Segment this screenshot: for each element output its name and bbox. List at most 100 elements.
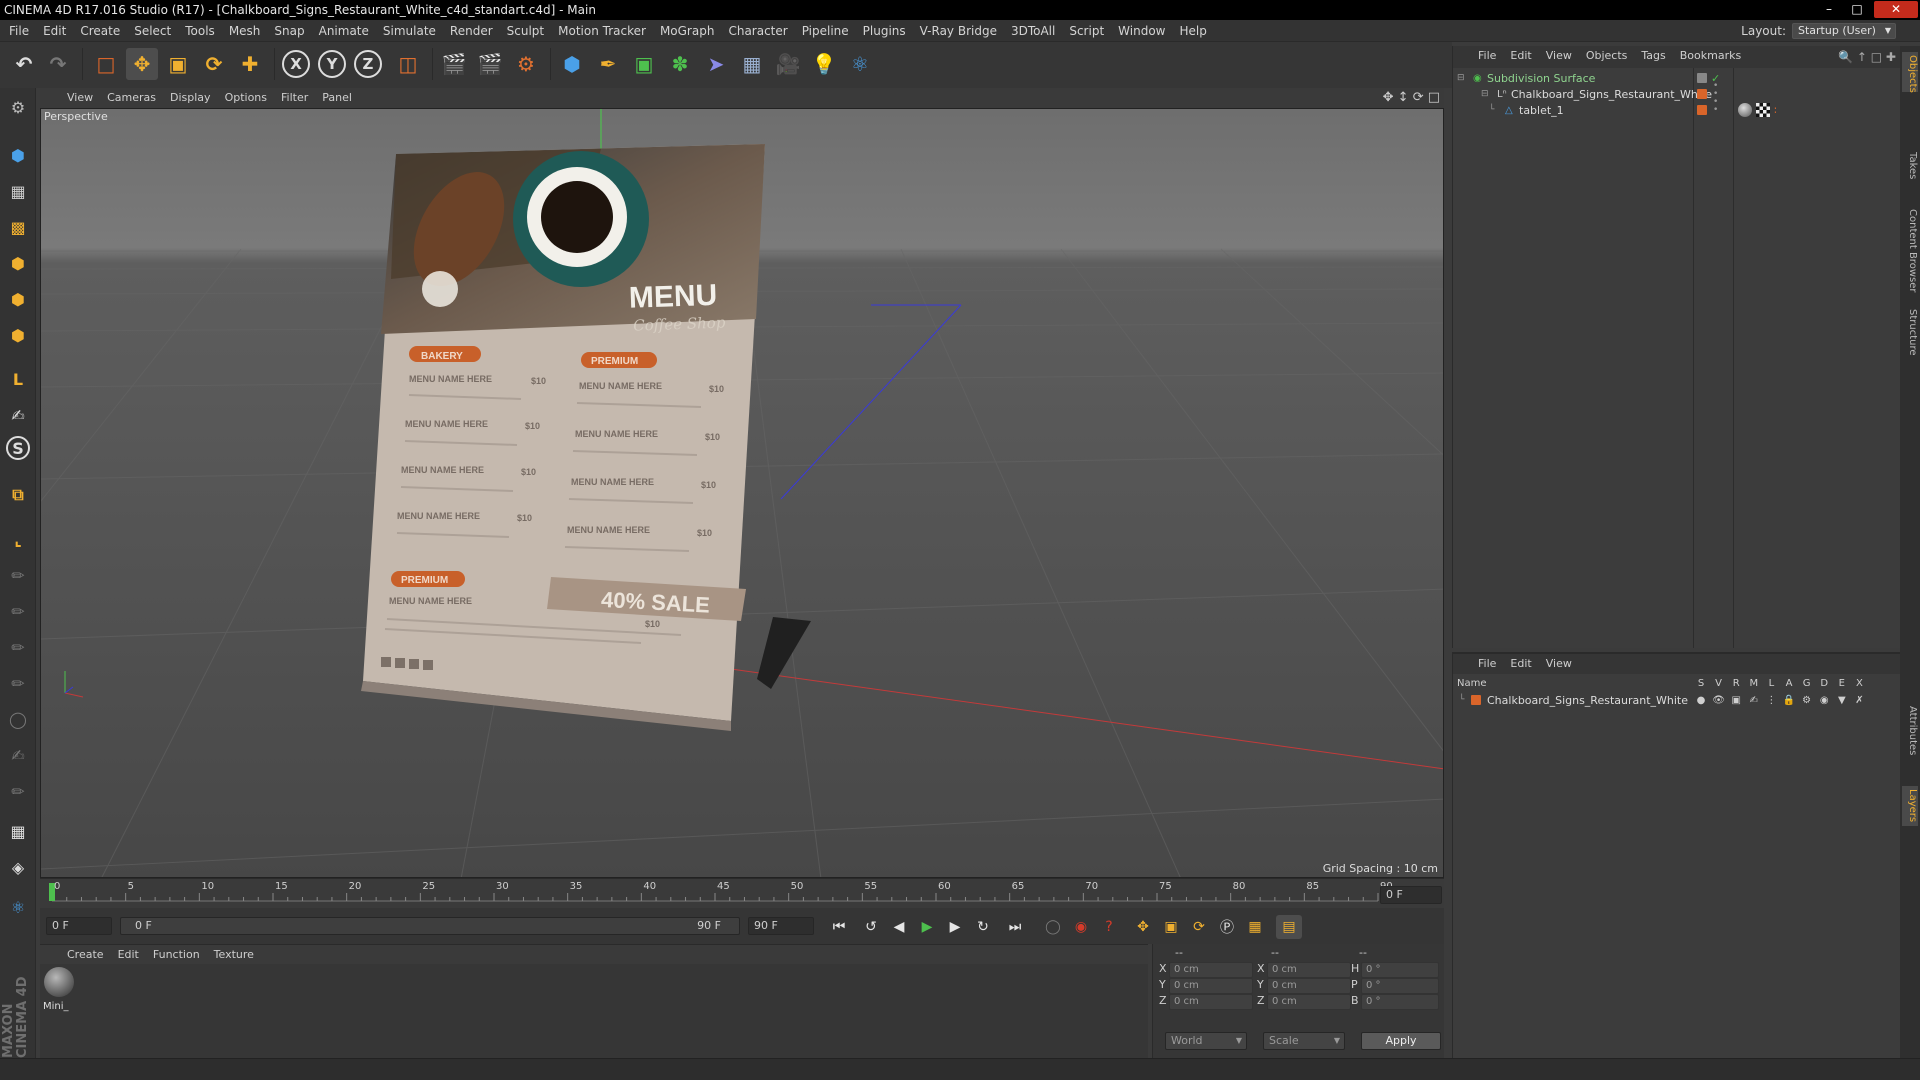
polygons-mode-icon[interactable]: ⬢ — [3, 320, 33, 350]
coordinate-system-icon[interactable]: ◫ — [392, 48, 424, 80]
xref-icon[interactable]: ✗ — [1851, 691, 1867, 710]
brush-tool-icon[interactable]: ✏ — [3, 560, 33, 590]
layer-menu-view[interactable]: View — [1539, 654, 1579, 674]
previous-key-icon[interactable]: ↺ — [858, 915, 884, 939]
coord-size-field[interactable]: 0 cm — [1267, 962, 1351, 978]
menu-v-ray-bridge[interactable]: V-Ray Bridge — [913, 20, 1004, 42]
side-tab-takes[interactable]: Takes — [1902, 146, 1918, 186]
side-tab-content-browser[interactable]: Content Browser — [1902, 206, 1918, 296]
coord-rotation-field[interactable]: 0 ° — [1361, 994, 1439, 1010]
python-script-icon[interactable]: ⚛ — [3, 892, 33, 922]
object-menu-tags[interactable]: Tags — [1634, 46, 1672, 66]
menu-render[interactable]: Render — [443, 20, 500, 42]
key-rotation-icon[interactable]: ⟳ — [1186, 915, 1212, 939]
apply-button[interactable]: Apply — [1361, 1032, 1441, 1050]
menu-pipeline[interactable]: Pipeline — [795, 20, 856, 42]
coord-position-field[interactable]: 0 cm — [1169, 978, 1253, 994]
menu-3dtoall[interactable]: 3DToAll — [1004, 20, 1062, 42]
coord-rotation-field[interactable]: 0 ° — [1361, 978, 1439, 994]
menu-sculpt[interactable]: Sculpt — [500, 20, 551, 42]
viewport-menu-view[interactable]: View — [60, 88, 100, 108]
start-frame-field[interactable]: 0 F — [46, 917, 112, 935]
object-manager-tools[interactable]: 🔍 ↑ □ ✚ — [1838, 46, 1896, 68]
autokey-icon[interactable]: ? — [1096, 915, 1122, 939]
transform-tool-icon[interactable]: ✚ — [234, 48, 266, 80]
pull-tool-icon[interactable]: ✏ — [3, 596, 33, 626]
coord-rotation-field[interactable]: 0 ° — [1361, 962, 1439, 978]
workplane-icon[interactable]: ◈ — [3, 852, 33, 882]
viewport-menu-options[interactable]: Options — [218, 88, 274, 108]
coord-size-field[interactable]: 0 cm — [1267, 978, 1351, 994]
material-menu-create[interactable]: Create — [60, 945, 111, 965]
viewport-camera-label[interactable]: Perspective — [44, 110, 108, 123]
deformers-icon[interactable]: ◉ — [1816, 691, 1832, 710]
layer-menu-edit[interactable]: Edit — [1503, 654, 1538, 674]
phong-tag-icon[interactable] — [1738, 103, 1752, 117]
lock-workplane-icon[interactable]: ▦ — [3, 816, 33, 846]
object-menu-file[interactable]: File — [1471, 46, 1503, 66]
go-to-start-icon[interactable]: ⏮ — [826, 915, 852, 939]
menu-snap[interactable]: Snap — [267, 20, 311, 42]
coordinate-mode-select[interactable]: Scale ▼ — [1263, 1032, 1345, 1050]
close-button[interactable]: ✕ — [1874, 1, 1918, 18]
end-frame-field[interactable]: 90 F — [748, 917, 814, 935]
subdivision-surface-icon[interactable]: ▣ — [628, 48, 660, 80]
layer-row[interactable]: └ Chalkboard_Signs_Restaurant_White ● 👁 ▣ ✍ ⋮ 🔒… — [1453, 691, 1873, 710]
visibility-dots-icon[interactable]: • • — [1713, 98, 1718, 115]
current-frame-field[interactable]: 0 F — [1380, 886, 1442, 904]
object-menu-view[interactable]: View — [1539, 46, 1579, 66]
render-icon[interactable]: ▣ — [1728, 691, 1744, 710]
menu-motion-tracker[interactable]: Motion Tracker — [551, 20, 653, 42]
generators-icon[interactable]: ⚙ — [1799, 691, 1815, 710]
play-icon[interactable]: ▶ — [914, 915, 940, 939]
coordinate-space-select[interactable]: World ▼ — [1165, 1032, 1247, 1050]
knife-tool-icon[interactable]: ✏ — [3, 776, 33, 806]
live-selection-icon[interactable]: □ — [90, 48, 122, 80]
y-axis-lock-button[interactable]: Y — [318, 50, 346, 78]
edges-mode-icon[interactable]: ⬢ — [3, 284, 33, 314]
axis-mode-icon[interactable]: L — [3, 364, 33, 394]
menu-plugins[interactable]: Plugins — [856, 20, 913, 42]
grab-tool-icon[interactable]: ✍ — [3, 740, 33, 770]
next-frame-icon[interactable]: ▶ — [942, 915, 968, 939]
edit-toggle-icon[interactable] — [1697, 73, 1707, 83]
menu-script[interactable]: Script — [1062, 20, 1111, 42]
record-active-icon[interactable]: ◉ — [1068, 915, 1094, 939]
animation-icon[interactable]: 🔒 — [1781, 691, 1797, 710]
x-axis-lock-button[interactable]: X — [282, 50, 310, 78]
maximize-button[interactable]: □ — [1844, 1, 1870, 18]
visibility-dots-icon[interactable]: • • — [1713, 82, 1718, 99]
menu-select[interactable]: Select — [127, 20, 178, 42]
deformer-icon[interactable]: ➤ — [700, 48, 732, 80]
texture-tag-icon[interactable] — [1756, 103, 1770, 117]
object-menu-objects[interactable]: Objects — [1579, 46, 1635, 66]
workplane-mode-icon[interactable]: ▩ — [3, 212, 33, 242]
record-keys-disabled-icon[interactable]: ◯ — [1040, 915, 1066, 939]
cloner-icon[interactable]: ✽ — [664, 48, 696, 80]
side-tab-layers[interactable]: Layers — [1902, 786, 1918, 826]
render-view-icon[interactable]: 🎬 — [438, 48, 470, 80]
menu-help[interactable]: Help — [1172, 20, 1213, 42]
expressions-icon[interactable]: ▼ — [1834, 691, 1850, 710]
menu-window[interactable]: Window — [1111, 20, 1172, 42]
menu-mesh[interactable]: Mesh — [222, 20, 268, 42]
model-mode-icon[interactable]: ⬢ — [3, 140, 33, 170]
layer-color-swatch[interactable] — [1697, 89, 1707, 99]
camera-icon[interactable]: 🎥 — [772, 48, 804, 80]
menu-simulate[interactable]: Simulate — [376, 20, 443, 42]
python-icon[interactable]: ⚛ — [844, 48, 876, 80]
move-tool-icon[interactable]: ✥ — [126, 48, 158, 80]
key-position-icon[interactable]: ✥ — [1130, 915, 1156, 939]
layout-dropdown[interactable]: Startup (User) ▼ — [1792, 23, 1896, 39]
viewport-nav-icons[interactable]: ✥ ↕ ⟳ □ — [1383, 88, 1440, 108]
viewport-menu-panel[interactable]: Panel — [315, 88, 359, 108]
material-menu-texture[interactable]: Texture — [207, 945, 261, 965]
menu-animate[interactable]: Animate — [312, 20, 376, 42]
object-menu-edit[interactable]: Edit — [1503, 46, 1538, 66]
floor-icon[interactable]: ▦ — [736, 48, 768, 80]
key-scale-icon[interactable]: ▣ — [1158, 915, 1184, 939]
quantize-icon[interactable]: ⌞ — [3, 524, 33, 554]
material-menu-function[interactable]: Function — [146, 945, 207, 965]
light-icon[interactable]: 💡 — [808, 48, 840, 80]
material-menu-edit[interactable]: Edit — [111, 945, 146, 965]
